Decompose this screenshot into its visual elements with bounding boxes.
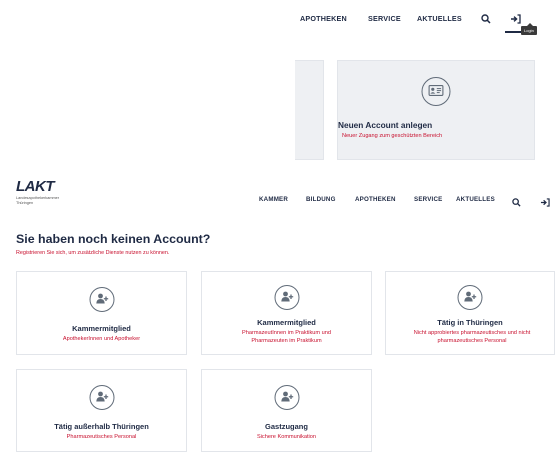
new-account-subtitle: Neuer Zugang zum geschützten Bereich bbox=[342, 133, 443, 139]
page-title: Sie haben noch keinen Account? bbox=[16, 232, 211, 246]
add-user-icon-circle bbox=[89, 287, 114, 312]
login-icon[interactable] bbox=[540, 194, 550, 212]
search-icon[interactable] bbox=[481, 11, 491, 29]
card-title: Gastzugang bbox=[265, 422, 308, 431]
page-subtitle: Registrieren Sie sich, um zusätzliche Di… bbox=[16, 250, 170, 256]
add-user-icon-circle bbox=[89, 385, 114, 410]
add-user-icon bbox=[95, 389, 108, 407]
card-title: Kammermitglied bbox=[257, 318, 316, 327]
nav-bildung[interactable]: BILDUNG bbox=[306, 196, 336, 203]
nav-aktuelles-main[interactable]: AKTUELLES bbox=[456, 196, 495, 203]
nav-aktuelles[interactable]: AKTUELLES bbox=[417, 14, 462, 23]
nav-service-main[interactable]: SERVICE bbox=[414, 196, 442, 203]
card-subtitle: Pharmazeutisches Personal bbox=[66, 434, 137, 440]
card-kammermitglied-apotheker[interactable]: Kammermitglied ApothekerInnen und Apothe… bbox=[16, 271, 187, 355]
add-user-icon bbox=[95, 291, 108, 309]
card-subtitle: Nicht approbiertes pharmazeutisches und … bbox=[413, 330, 531, 344]
add-user-icon bbox=[280, 289, 293, 307]
card-subtitle: PharmazeutInnen im Praktikum und Pharmaz… bbox=[242, 330, 331, 344]
card-kammermitglied-praktikum[interactable]: Kammermitglied PharmazeutInnen im Prakti… bbox=[201, 271, 372, 355]
nav-kammer[interactable]: KAMMER bbox=[259, 196, 288, 203]
nav-apotheken-main[interactable]: APOTHEKEN bbox=[355, 196, 396, 203]
nav-apotheken[interactable]: APOTHEKEN bbox=[300, 14, 347, 23]
card-title: Tätig in Thüringen bbox=[437, 318, 503, 327]
left-card-fragment bbox=[295, 60, 324, 160]
add-user-icon-circle bbox=[274, 285, 299, 310]
lakt-logo[interactable]: LAKT bbox=[16, 178, 55, 195]
add-user-icon-circle bbox=[457, 285, 483, 310]
new-account-title: Neuen Account anlegen bbox=[338, 120, 433, 130]
card-subtitle: ApothekerInnen und Apotheker bbox=[62, 336, 141, 342]
id-card-icon bbox=[428, 83, 444, 101]
login-tooltip: Login bbox=[521, 23, 537, 35]
logo-subline-1: Landesapothekerkammer bbox=[16, 196, 60, 200]
login-icon[interactable] bbox=[510, 11, 521, 29]
card-title: Kammermitglied bbox=[72, 324, 131, 333]
logo-subline-2: Thüringen bbox=[16, 201, 34, 205]
add-user-icon-circle bbox=[274, 385, 299, 410]
card-taetig-thueringen[interactable]: Tätig in Thüringen Nicht approbiertes ph… bbox=[385, 271, 555, 355]
search-icon[interactable] bbox=[512, 194, 521, 212]
card-subtitle: Sichere Kommunikation bbox=[256, 434, 317, 440]
nav-service[interactable]: SERVICE bbox=[368, 14, 401, 23]
add-user-icon bbox=[464, 289, 477, 307]
card-taetig-ausserhalb[interactable]: Tätig außerhalb Thüringen Pharmazeutisch… bbox=[16, 369, 187, 452]
add-user-icon bbox=[280, 389, 293, 407]
new-account-card[interactable]: Neuen Account anlegen Neuer Zugang zum g… bbox=[337, 60, 535, 160]
card-gastzugang[interactable]: Gastzugang Sichere Kommunikation bbox=[201, 369, 372, 452]
top-nav: APOTHEKEN SERVICE AKTUELLES Login bbox=[295, 0, 555, 40]
card-title: Tätig außerhalb Thüringen bbox=[54, 422, 149, 431]
id-card-icon-circle bbox=[421, 77, 451, 106]
